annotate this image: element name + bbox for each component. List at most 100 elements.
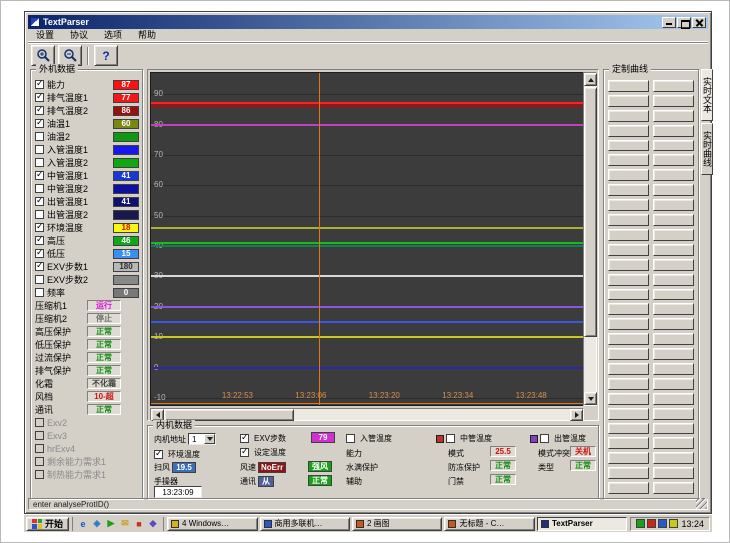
curve-slot-button[interactable] — [608, 110, 649, 122]
side-tab-2[interactable]: 实时曲线 — [701, 123, 713, 175]
curve-slot-button[interactable] — [653, 363, 694, 375]
curve-slot-button[interactable] — [608, 333, 649, 345]
curve-slot-button[interactable] — [653, 452, 694, 464]
sensor-checkbox[interactable] — [35, 145, 44, 154]
curve-slot-button[interactable] — [653, 169, 694, 181]
out-pipe-checkbox[interactable] — [540, 434, 549, 443]
curve-slot-button[interactable] — [608, 140, 649, 152]
mid-pipe-checkbox[interactable] — [446, 434, 455, 443]
indoor-address-select[interactable]: 1 — [188, 433, 216, 445]
curve-slot-button[interactable] — [608, 154, 649, 166]
curve-slot-button[interactable] — [653, 408, 694, 420]
curve-slot-button[interactable] — [653, 125, 694, 137]
quicklaunch-icon[interactable]: ▶ — [105, 518, 117, 530]
quicklaunch-icon[interactable]: ◆ — [147, 518, 159, 530]
sensor-checkbox[interactable] — [35, 223, 44, 232]
curve-slot-button[interactable] — [653, 378, 694, 390]
quicklaunch-icon[interactable]: ■ — [133, 518, 145, 530]
quicklaunch-icon[interactable]: ◈ — [91, 518, 103, 530]
sensor-checkbox[interactable] — [35, 132, 44, 141]
resize-grip[interactable] — [696, 498, 707, 509]
scroll-right-button[interactable] — [570, 409, 583, 421]
exv-checkbox[interactable] — [240, 434, 249, 443]
curve-slot-button[interactable] — [608, 274, 649, 286]
curve-slot-button[interactable] — [608, 214, 649, 226]
curve-slot-button[interactable] — [608, 393, 649, 405]
sensor-checkbox[interactable] — [35, 262, 44, 271]
sensor-checkbox[interactable] — [35, 249, 44, 258]
curve-slot-button[interactable] — [608, 482, 649, 494]
tray-icon[interactable] — [669, 519, 678, 528]
curve-slot-button[interactable] — [653, 154, 694, 166]
vertical-scrollbar[interactable] — [583, 72, 597, 406]
sensor-checkbox[interactable] — [35, 106, 44, 115]
in-pipe-checkbox[interactable] — [346, 434, 355, 443]
start-button[interactable]: 开始 — [26, 517, 69, 531]
curve-slot-button[interactable] — [653, 184, 694, 196]
task-button[interactable]: 2 画图 — [352, 517, 442, 531]
curve-slot-button[interactable] — [653, 393, 694, 405]
chevron-down-icon[interactable] — [204, 434, 215, 444]
sensor-checkbox[interactable] — [35, 171, 44, 180]
sensor-checkbox[interactable] — [35, 275, 44, 284]
side-tab-1[interactable]: 实时文本 — [701, 69, 713, 121]
task-button[interactable]: TextParser — [537, 517, 627, 531]
curve-slot-button[interactable] — [608, 467, 649, 479]
curve-slot-button[interactable] — [608, 318, 649, 330]
curve-slot-button[interactable] — [653, 289, 694, 301]
curve-slot-button[interactable] — [653, 140, 694, 152]
menu-item-1[interactable]: 设置 — [28, 29, 62, 41]
sensor-checkbox[interactable] — [35, 210, 44, 219]
menu-item-4[interactable]: 帮助 — [130, 29, 164, 41]
curve-slot-button[interactable] — [608, 184, 649, 196]
tray-icon[interactable] — [636, 519, 645, 528]
curve-slot-button[interactable] — [653, 348, 694, 360]
quicklaunch-icon[interactable]: e — [77, 518, 89, 530]
curve-slot-button[interactable] — [653, 244, 694, 256]
curve-slot-button[interactable] — [653, 274, 694, 286]
menu-item-2[interactable]: 协议 — [62, 29, 96, 41]
curve-slot-button[interactable] — [608, 348, 649, 360]
sensor-checkbox[interactable] — [35, 288, 44, 297]
task-button[interactable]: 无标题 - C… — [444, 517, 534, 531]
curve-slot-button[interactable] — [653, 437, 694, 449]
curve-slot-button[interactable] — [608, 259, 649, 271]
curve-slot-button[interactable] — [653, 199, 694, 211]
title-bar[interactable]: TextParser — [28, 15, 708, 29]
curve-slot-button[interactable] — [608, 437, 649, 449]
curve-slot-button[interactable] — [608, 125, 649, 137]
sensor-checkbox[interactable] — [35, 93, 44, 102]
horizontal-scrollbar[interactable] — [150, 408, 584, 421]
curve-slot-button[interactable] — [608, 244, 649, 256]
task-button[interactable]: 商用多联机… — [260, 517, 350, 531]
curve-slot-button[interactable] — [653, 467, 694, 479]
curve-slot-button[interactable] — [608, 423, 649, 435]
curve-slot-button[interactable] — [653, 303, 694, 315]
curve-slot-button[interactable] — [653, 333, 694, 345]
plot-area[interactable]: 9080706050403020100-1013:22:5313:23:0613… — [150, 72, 584, 406]
scroll-down-button[interactable] — [584, 392, 597, 405]
help-button[interactable] — [94, 45, 118, 66]
sensor-checkbox[interactable] — [35, 457, 44, 466]
curve-slot-button[interactable] — [608, 363, 649, 375]
curve-slot-button[interactable] — [653, 229, 694, 241]
curve-slot-button[interactable] — [653, 423, 694, 435]
quicklaunch-icon[interactable]: ✉ — [119, 518, 131, 530]
curve-slot-button[interactable] — [653, 214, 694, 226]
sensor-checkbox[interactable] — [35, 119, 44, 128]
curve-slot-button[interactable] — [608, 378, 649, 390]
sensor-checkbox[interactable] — [35, 418, 44, 427]
tray-icon[interactable] — [658, 519, 667, 528]
curve-slot-button[interactable] — [608, 229, 649, 241]
sensor-checkbox[interactable] — [35, 197, 44, 206]
sensor-checkbox[interactable] — [35, 236, 44, 245]
menu-item-3[interactable]: 选项 — [96, 29, 130, 41]
curve-slot-button[interactable] — [608, 80, 649, 92]
curve-slot-button[interactable] — [608, 199, 649, 211]
curve-slot-button[interactable] — [653, 482, 694, 494]
sensor-checkbox[interactable] — [35, 431, 44, 440]
curve-slot-button[interactable] — [608, 303, 649, 315]
curve-slot-button[interactable] — [653, 80, 694, 92]
task-button[interactable]: 4 Windows… — [167, 517, 257, 531]
curve-slot-button[interactable] — [653, 110, 694, 122]
